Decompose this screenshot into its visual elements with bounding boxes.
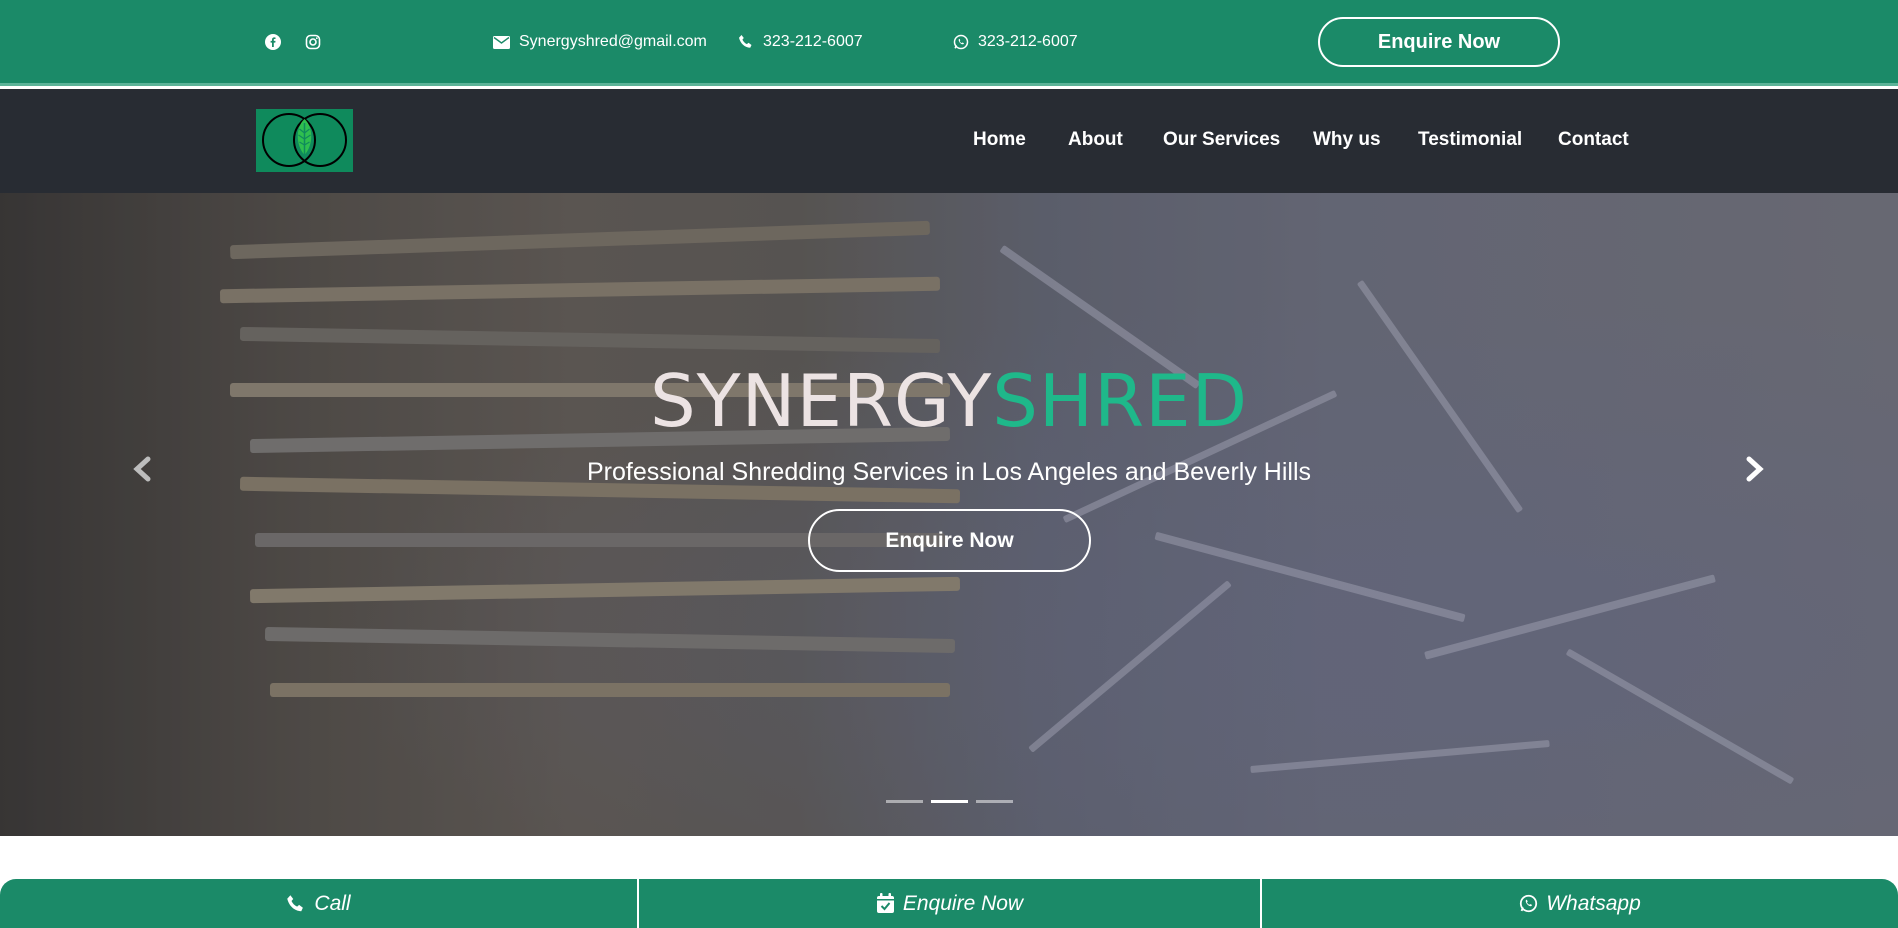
top-bar: Synergyshred@gmail.com 323-212-6007 323-… bbox=[0, 0, 1898, 86]
slide-indicator[interactable] bbox=[886, 800, 923, 803]
slider-indicators bbox=[886, 800, 1013, 803]
slide-indicator-active[interactable] bbox=[931, 800, 968, 803]
phone-icon bbox=[287, 894, 304, 911]
chevron-right-icon[interactable] bbox=[1741, 451, 1769, 487]
hero-title: SYNERGYSHRED bbox=[649, 359, 1249, 443]
whatsapp-label: Whatsapp bbox=[1546, 891, 1641, 915]
bottom-action-bar: Call Enquire Now Whatsapp bbox=[0, 879, 1898, 928]
slide-indicator[interactable] bbox=[976, 800, 1013, 803]
phone-contact[interactable]: 323-212-6007 bbox=[738, 30, 863, 54]
leaf-logo-icon[interactable] bbox=[256, 109, 353, 172]
whatsapp-button[interactable]: Whatsapp bbox=[1262, 879, 1898, 928]
nav-why-us[interactable]: Why us bbox=[1313, 129, 1381, 151]
call-button[interactable]: Call bbox=[0, 879, 639, 928]
envelope-icon bbox=[493, 35, 510, 49]
whatsapp-contact[interactable]: 323-212-6007 bbox=[953, 30, 1078, 54]
nav-home[interactable]: Home bbox=[973, 129, 1026, 151]
phone-icon bbox=[739, 35, 752, 48]
email-contact[interactable]: Synergyshred@gmail.com bbox=[493, 30, 707, 54]
enquire-now-button-bottom[interactable]: Enquire Now bbox=[639, 879, 1262, 928]
calendar-check-icon bbox=[876, 893, 894, 913]
enquire-now-button-hero[interactable]: Enquire Now bbox=[808, 509, 1091, 572]
main-nav: Home About Our Services Why us Testimoni… bbox=[0, 89, 1898, 193]
whatsapp-icon bbox=[953, 34, 969, 50]
nav-contact[interactable]: Contact bbox=[1558, 129, 1629, 151]
nav-testimonial[interactable]: Testimonial bbox=[1418, 129, 1522, 151]
chevron-left-icon[interactable] bbox=[128, 451, 156, 487]
enquire-now-button-top[interactable]: Enquire Now bbox=[1318, 17, 1560, 67]
enquire-label: Enquire Now bbox=[902, 891, 1024, 915]
whatsapp-text: 323-212-6007 bbox=[978, 33, 1078, 50]
nav-about[interactable]: About bbox=[1068, 129, 1123, 151]
hero-title-accent: SHRED bbox=[992, 359, 1249, 443]
whatsapp-icon bbox=[1520, 894, 1538, 913]
phone-text: 323-212-6007 bbox=[763, 33, 863, 50]
instagram-icon[interactable] bbox=[303, 32, 323, 52]
nav-our-services[interactable]: Our Services bbox=[1163, 129, 1280, 151]
hero-slider: SYNERGYSHRED Professional Shredding Serv… bbox=[0, 193, 1898, 836]
facebook-icon[interactable] bbox=[263, 32, 283, 52]
email-text: Synergyshred@gmail.com bbox=[519, 33, 707, 50]
call-label: Call bbox=[314, 891, 351, 915]
hero-subtitle: Professional Shredding Services in Los A… bbox=[587, 458, 1311, 486]
